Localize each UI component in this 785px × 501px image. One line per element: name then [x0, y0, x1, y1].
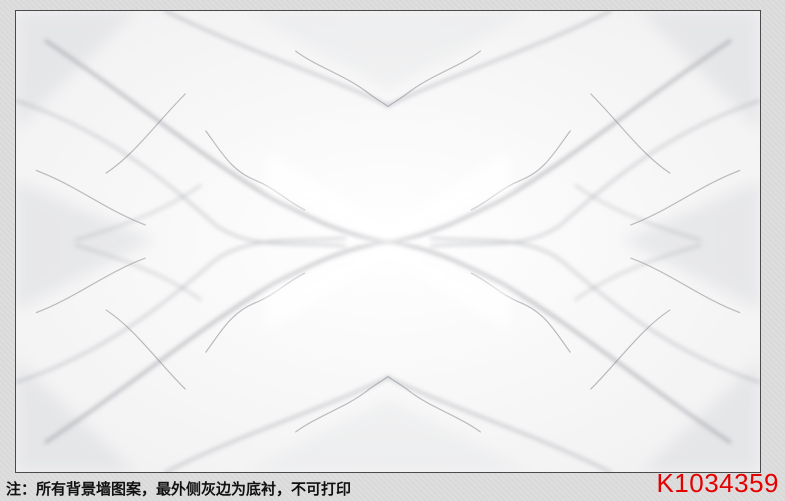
product-code: K1034359 [656, 468, 779, 498]
footer-note: 注：所有背景墙图案，最外侧灰边为底衬，不可打印 [6, 480, 352, 498]
marble-panel [15, 10, 761, 473]
marble-pattern [16, 11, 760, 472]
